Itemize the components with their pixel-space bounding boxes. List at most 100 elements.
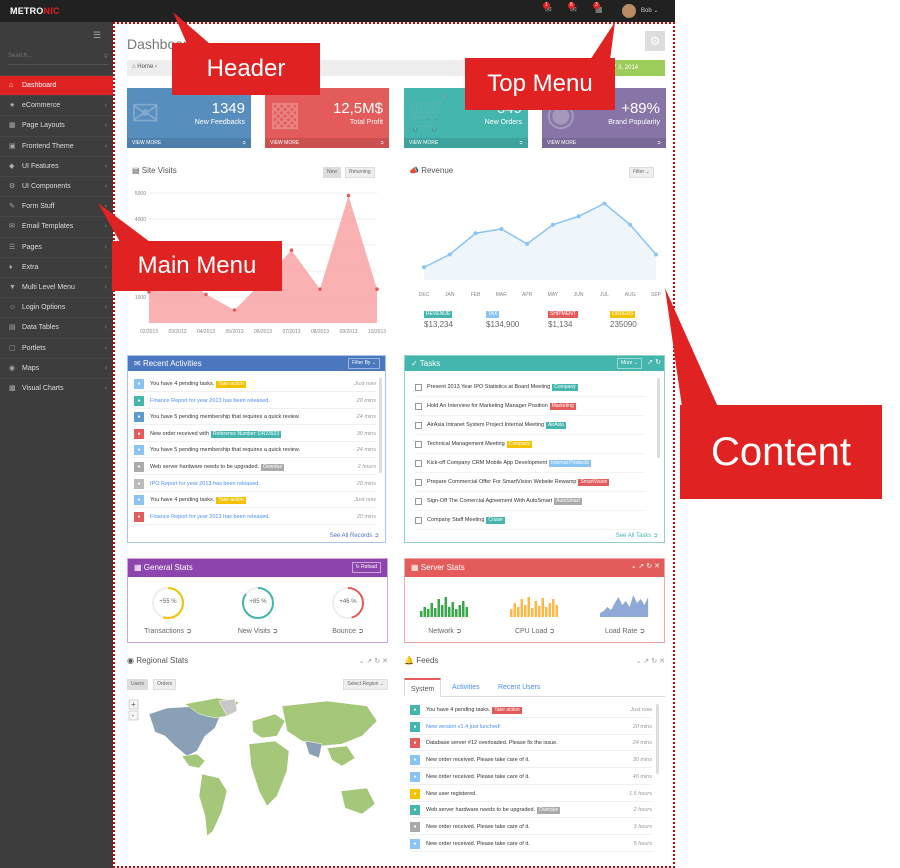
list-item-text[interactable]: New version v1.4 just lunched! <box>426 719 501 735</box>
task-tag[interactable]: AutoSmart <box>554 498 582 505</box>
data-point[interactable] <box>318 287 322 291</box>
sidebar-item-portlets[interactable]: ▢ Portlets ‹ <box>0 337 113 358</box>
list-item[interactable]: ● Web server hardware needs to be upgrade… <box>410 802 652 819</box>
data-point[interactable] <box>550 222 555 227</box>
data-point[interactable] <box>289 248 294 252</box>
list-item[interactable]: ● New version v1.4 just lunched! 20 mins <box>410 719 652 735</box>
sidebar-item-frontend-theme[interactable]: ▣ Frontend Theme ‹ <box>0 135 113 156</box>
task-tag[interactable]: SmartVision <box>578 479 610 486</box>
world-map[interactable]: + - <box>127 696 388 851</box>
tab-users[interactable]: Users <box>127 679 149 690</box>
data-point[interactable] <box>602 201 607 206</box>
list-item[interactable]: ● You have 5 pending membership that requ… <box>134 442 376 459</box>
task-item[interactable]: Hold An Interview for Marketing Manager … <box>415 397 645 416</box>
avatar[interactable] <box>622 4 636 18</box>
tab-activities[interactable]: Activities <box>446 678 486 697</box>
tab-orders[interactable]: Orders <box>153 679 177 690</box>
task-tag[interactable]: Cruise <box>486 517 505 524</box>
gear-icon[interactable]: ⚙ <box>645 31 665 51</box>
list-item[interactable]: ● New order received. Please take care of… <box>410 836 652 852</box>
tab-recent-users[interactable]: Recent Users <box>492 678 546 697</box>
sidebar-search-input[interactable]: Search... ⚲ <box>8 53 108 65</box>
task-item[interactable]: Company Staff Meeting Cruise <box>415 511 645 530</box>
sidebar-item-ui-components[interactable]: ⚙ UI Components ‹ <box>0 176 113 196</box>
tab-system[interactable]: System <box>404 678 442 697</box>
list-item[interactable]: ● Finance Report for year 2013 has been r… <box>134 393 376 409</box>
data-point[interactable] <box>422 265 426 270</box>
logo[interactable]: METRONIC <box>10 6 60 16</box>
status-badge[interactable]: Take action <box>216 381 246 388</box>
view-more-link[interactable]: VIEW MORE ➲ <box>404 138 528 148</box>
data-point[interactable] <box>654 252 658 257</box>
see-all-records-link[interactable]: See All Records ➲ <box>330 532 379 539</box>
list-item[interactable]: ● You have 5 pending membership that requ… <box>134 409 376 426</box>
sidebar-item-page-layouts[interactable]: ▦ Page Layouts ‹ <box>0 115 113 135</box>
list-item[interactable]: ● You have 4 pending tasks. Take action Jus… <box>134 492 376 509</box>
status-badge[interactable]: Take action <box>216 497 246 505</box>
status-badge[interactable]: Overdue <box>261 464 285 471</box>
data-point[interactable] <box>447 252 452 257</box>
inbox-icon[interactable]: ✉ 6 <box>568 2 582 16</box>
view-more-link[interactable]: VIEW MORE ➲ <box>265 138 389 148</box>
server-stat-label[interactable]: CPU Load ➲ <box>505 627 565 635</box>
list-item[interactable]: ● New user registered. 1.5 hours <box>410 786 652 802</box>
data-point[interactable] <box>576 214 581 219</box>
view-more-link[interactable]: VIEW MORE ➲ <box>127 138 251 148</box>
task-tag[interactable]: Company <box>552 384 578 391</box>
task-checkbox[interactable] <box>415 517 422 524</box>
status-badge[interactable]: Overdue <box>537 807 561 815</box>
data-point[interactable] <box>628 222 633 227</box>
user-menu[interactable]: Bob ⌄ <box>641 7 658 14</box>
tasks-tools-icon[interactable]: ➚ ↻ <box>647 358 661 366</box>
menu-toggle-icon[interactable]: ☰ <box>93 30 105 40</box>
task-checkbox[interactable] <box>415 460 422 467</box>
list-item[interactable]: ● Database server #12 overloaded. Please … <box>410 735 652 752</box>
status-badge[interactable]: Take action <box>492 707 522 714</box>
task-item[interactable]: Kick-off Company CRM Mobile App Developm… <box>415 454 645 473</box>
tab-returning[interactable]: Returning <box>345 167 375 178</box>
general-stat-label[interactable]: New Visits ➲ <box>228 627 288 635</box>
stat-tile[interactable]: ✉ 1349 New Feedbacks VIEW MORE ➲ <box>127 88 251 148</box>
task-item[interactable]: Present 2013 Year IPO Statistics at Boar… <box>415 378 645 397</box>
task-checkbox[interactable] <box>415 384 422 391</box>
list-item[interactable]: ● You have 4 pending tasks. Take action Jus… <box>410 702 652 718</box>
sidebar-item-visual-charts[interactable]: ▩ Visual Charts ‹ <box>0 378 113 398</box>
list-item[interactable]: ● New order received with Reference Number… <box>134 426 376 442</box>
task-checkbox[interactable] <box>415 403 422 410</box>
list-item-text[interactable]: Finance Report for year 2013 has been re… <box>150 393 270 409</box>
sidebar-item-data-tables[interactable]: ▤ Data Tables ‹ <box>0 317 113 337</box>
data-point[interactable] <box>204 292 208 297</box>
select-region-dropdown[interactable]: Select Region ⌄ <box>343 679 388 690</box>
data-point[interactable] <box>499 227 504 231</box>
data-point[interactable] <box>525 241 530 246</box>
task-tag[interactable]: Internal Products <box>549 460 591 467</box>
server-stat-label[interactable]: Network ➲ <box>415 627 475 635</box>
task-item[interactable]: Prepare Commercial Offer For SmartVision… <box>415 473 645 492</box>
server-stats-tools-icon[interactable]: ⌄ ➚ ↻ ✕ <box>631 562 660 570</box>
task-checkbox[interactable] <box>415 441 422 448</box>
data-point[interactable] <box>473 231 478 236</box>
tab-new[interactable]: New <box>323 167 342 178</box>
list-item[interactable]: ● IPO Report for year 2013 has been relea… <box>134 476 376 492</box>
reload-button[interactable]: ↻ Reload <box>351 562 381 573</box>
view-more-link[interactable]: VIEW MORE ➲ <box>542 138 666 148</box>
sidebar-item-dashboard[interactable]: ⌂ Dashboard <box>0 75 113 95</box>
task-item[interactable]: Technical Management Meeting Company <box>415 435 645 454</box>
stat-tile[interactable]: ▩ 12,5M$ Total Profit VIEW MORE ➲ <box>265 88 389 148</box>
list-item-text[interactable]: Finance Report for year 2013 has been re… <box>150 509 270 525</box>
calendar-icon[interactable]: ▦ 3 <box>593 2 607 16</box>
sidebar-item-extra[interactable]: ♦ Extra ‹ <box>0 256 113 277</box>
list-item[interactable]: ● Web server hardware needs to be upgrade… <box>134 459 376 475</box>
data-point[interactable] <box>375 287 379 291</box>
revenue-filter-button[interactable]: Filter ⌄ <box>629 167 654 178</box>
server-stat-label[interactable]: Load Rate ➲ <box>595 627 655 635</box>
list-item[interactable]: ● New order received. Please take care of… <box>410 752 652 769</box>
data-point[interactable] <box>346 193 351 198</box>
sidebar-item-ui-features[interactable]: ◆ UI Features ‹ <box>0 155 113 176</box>
general-stat-label[interactable]: Bounce ➲ <box>318 627 378 635</box>
filter-by-dropdown[interactable]: Filter By ⌄ <box>348 358 380 369</box>
task-checkbox[interactable] <box>415 422 422 429</box>
regional-tools-icon[interactable]: ⌄ ➚ ↻ ✕ <box>359 657 388 665</box>
data-point[interactable] <box>232 308 237 312</box>
tasks-more-dropdown[interactable]: More ⌄ <box>617 358 642 369</box>
